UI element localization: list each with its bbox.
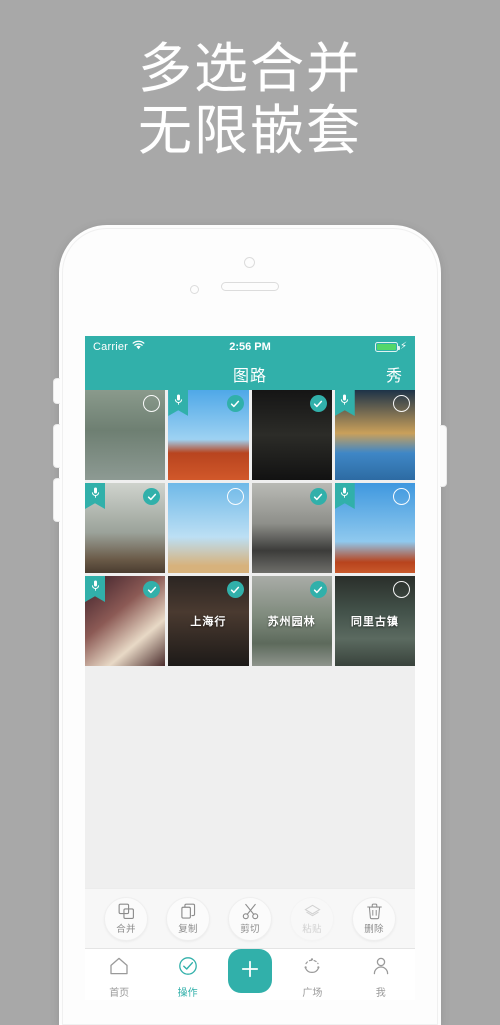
volume-down-button[interactable] (53, 478, 60, 522)
action-button-label: 粘贴 (302, 923, 322, 935)
tab-person[interactable]: 我 (353, 956, 409, 999)
status-bar: Carrier 2:56 PM ⚡ (85, 336, 415, 357)
action-button-label: 复制 (178, 923, 198, 935)
tab-plaza[interactable]: 广场 (284, 956, 340, 999)
tab-label: 操作 (177, 988, 198, 999)
photo-cell[interactable] (334, 483, 415, 573)
headline-line-1: 多选合并 (138, 37, 362, 100)
photo-cell[interactable] (251, 483, 332, 573)
checkmark-icon[interactable] (226, 581, 244, 598)
action-button-merge[interactable]: 合并 (104, 896, 148, 941)
action-button-label: 剪切 (240, 923, 260, 935)
unchecked-circle-icon[interactable] (393, 581, 410, 598)
create-button[interactable] (227, 949, 272, 993)
tab-bar: 首页 操作 广场 我 (85, 948, 415, 1000)
proximity-sensor-icon (190, 285, 199, 294)
unchecked-circle-icon[interactable] (393, 488, 410, 505)
wifi-icon (132, 340, 145, 353)
person-icon (371, 956, 391, 981)
paste-icon (303, 903, 321, 920)
tab-label: 首页 (109, 988, 130, 999)
carrier-label: Carrier (93, 340, 129, 353)
silent-switch[interactable] (53, 378, 60, 404)
unchecked-circle-icon[interactable] (226, 488, 244, 505)
action-button-scissors[interactable]: 剪切 (228, 896, 272, 941)
page-title: 图路 (232, 367, 267, 385)
trash-icon (366, 903, 383, 920)
action-toolbar: 合并 复制 剪切 粘贴 删除 (85, 888, 415, 948)
copy-icon (180, 903, 197, 920)
action-button-paste: 粘贴 (290, 896, 334, 941)
album-title: 苏州园林 (267, 616, 316, 628)
tab-label: 广场 (302, 988, 323, 999)
front-camera-icon (244, 257, 255, 268)
action-button-copy[interactable]: 复制 (166, 896, 210, 941)
album-title: 上海行 (190, 616, 227, 628)
photo-cell[interactable] (334, 390, 415, 480)
plaza-icon (302, 956, 322, 981)
headline-line-2: 无限嵌套 (138, 99, 362, 162)
status-bar-right: ⚡ (374, 340, 407, 352)
photo-grid: 上海行 苏州园林 同里古镇 (85, 390, 415, 666)
checkmark-icon[interactable] (309, 581, 327, 598)
power-button[interactable] (440, 425, 447, 487)
action-button-label: 删除 (364, 923, 384, 935)
status-bar-left: Carrier (93, 340, 145, 353)
nav-bar: 图路 秀 (85, 357, 415, 390)
photo-cell[interactable] (85, 483, 166, 573)
promo-headline: 多选合并 无限嵌套 (0, 38, 500, 162)
unchecked-circle-icon[interactable] (393, 395, 410, 412)
battery-icon (374, 341, 400, 352)
checkmark-icon[interactable] (226, 395, 244, 412)
album-title: 同里古镇 (350, 616, 399, 628)
lightning-bolt-icon: ⚡ (399, 340, 407, 352)
earpiece-speaker (221, 282, 279, 291)
checkmark-icon[interactable] (309, 395, 327, 412)
plus-icon (239, 958, 261, 985)
scissors-icon (242, 903, 259, 920)
nav-right-action[interactable]: 秀 (386, 362, 403, 386)
photo-cell[interactable]: 同里古镇 (334, 576, 415, 666)
tab-label: 我 (375, 988, 386, 999)
tab-check-circle[interactable]: 操作 (160, 956, 216, 999)
photo-cell[interactable]: 上海行 (168, 576, 249, 666)
photo-cell[interactable] (168, 483, 249, 573)
phone-screen: Carrier 2:56 PM ⚡ 图路 秀 上海行 苏州园林 同里古镇 合并 复制 剪… (85, 336, 415, 1000)
action-button-label: 合并 (116, 923, 136, 935)
action-button-trash[interactable]: 删除 (352, 896, 396, 941)
merge-icon (118, 903, 135, 920)
photo-cell[interactable]: 苏州园林 (251, 576, 332, 666)
photo-cell[interactable] (85, 390, 166, 480)
checkmark-icon[interactable] (309, 488, 327, 505)
photo-cell[interactable] (168, 390, 249, 480)
volume-up-button[interactable] (53, 424, 60, 468)
check-circle-icon (178, 956, 198, 981)
photo-cell[interactable] (85, 576, 166, 666)
home-icon (109, 956, 129, 981)
tab-home[interactable]: 首页 (91, 956, 147, 999)
photo-cell[interactable] (251, 390, 332, 480)
